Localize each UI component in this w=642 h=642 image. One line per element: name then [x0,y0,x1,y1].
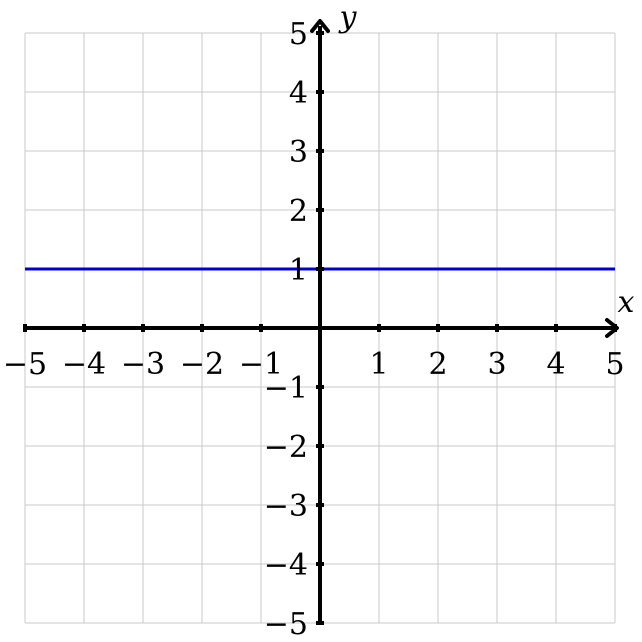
x-tick-label: −5 [3,347,47,382]
y-tick-label: −1 [264,371,308,406]
y-tick-label: −2 [264,430,308,465]
y-tick-label: 4 [289,76,308,111]
cartesian-plot: −5 −4 −3 −2 −1 1 2 3 4 5−5−4−3−2−112345 x y [3,0,635,642]
x-tick-label: 5 [605,347,624,382]
y-axis-label: y [338,0,358,35]
y-tick-label: 2 [289,194,308,229]
y-tick-label: −5 [264,607,308,642]
axes [25,19,619,623]
x-tick-label: −2 [180,347,224,382]
y-tick-label: 5 [289,17,308,52]
x-axis-label: x [618,285,635,320]
y-tick-label: −3 [264,489,308,524]
x-tick-label: 4 [546,347,565,382]
y-tick-label: 3 [289,135,308,170]
y-tick-label: −4 [264,548,308,583]
x-tick-label: −3 [121,347,165,382]
x-tick-label: 3 [487,347,506,382]
x-tick-label: 1 [369,347,388,382]
y-tick-label: 1 [289,253,308,288]
x-tick-label: 2 [428,347,447,382]
x-tick-label: −4 [62,347,106,382]
